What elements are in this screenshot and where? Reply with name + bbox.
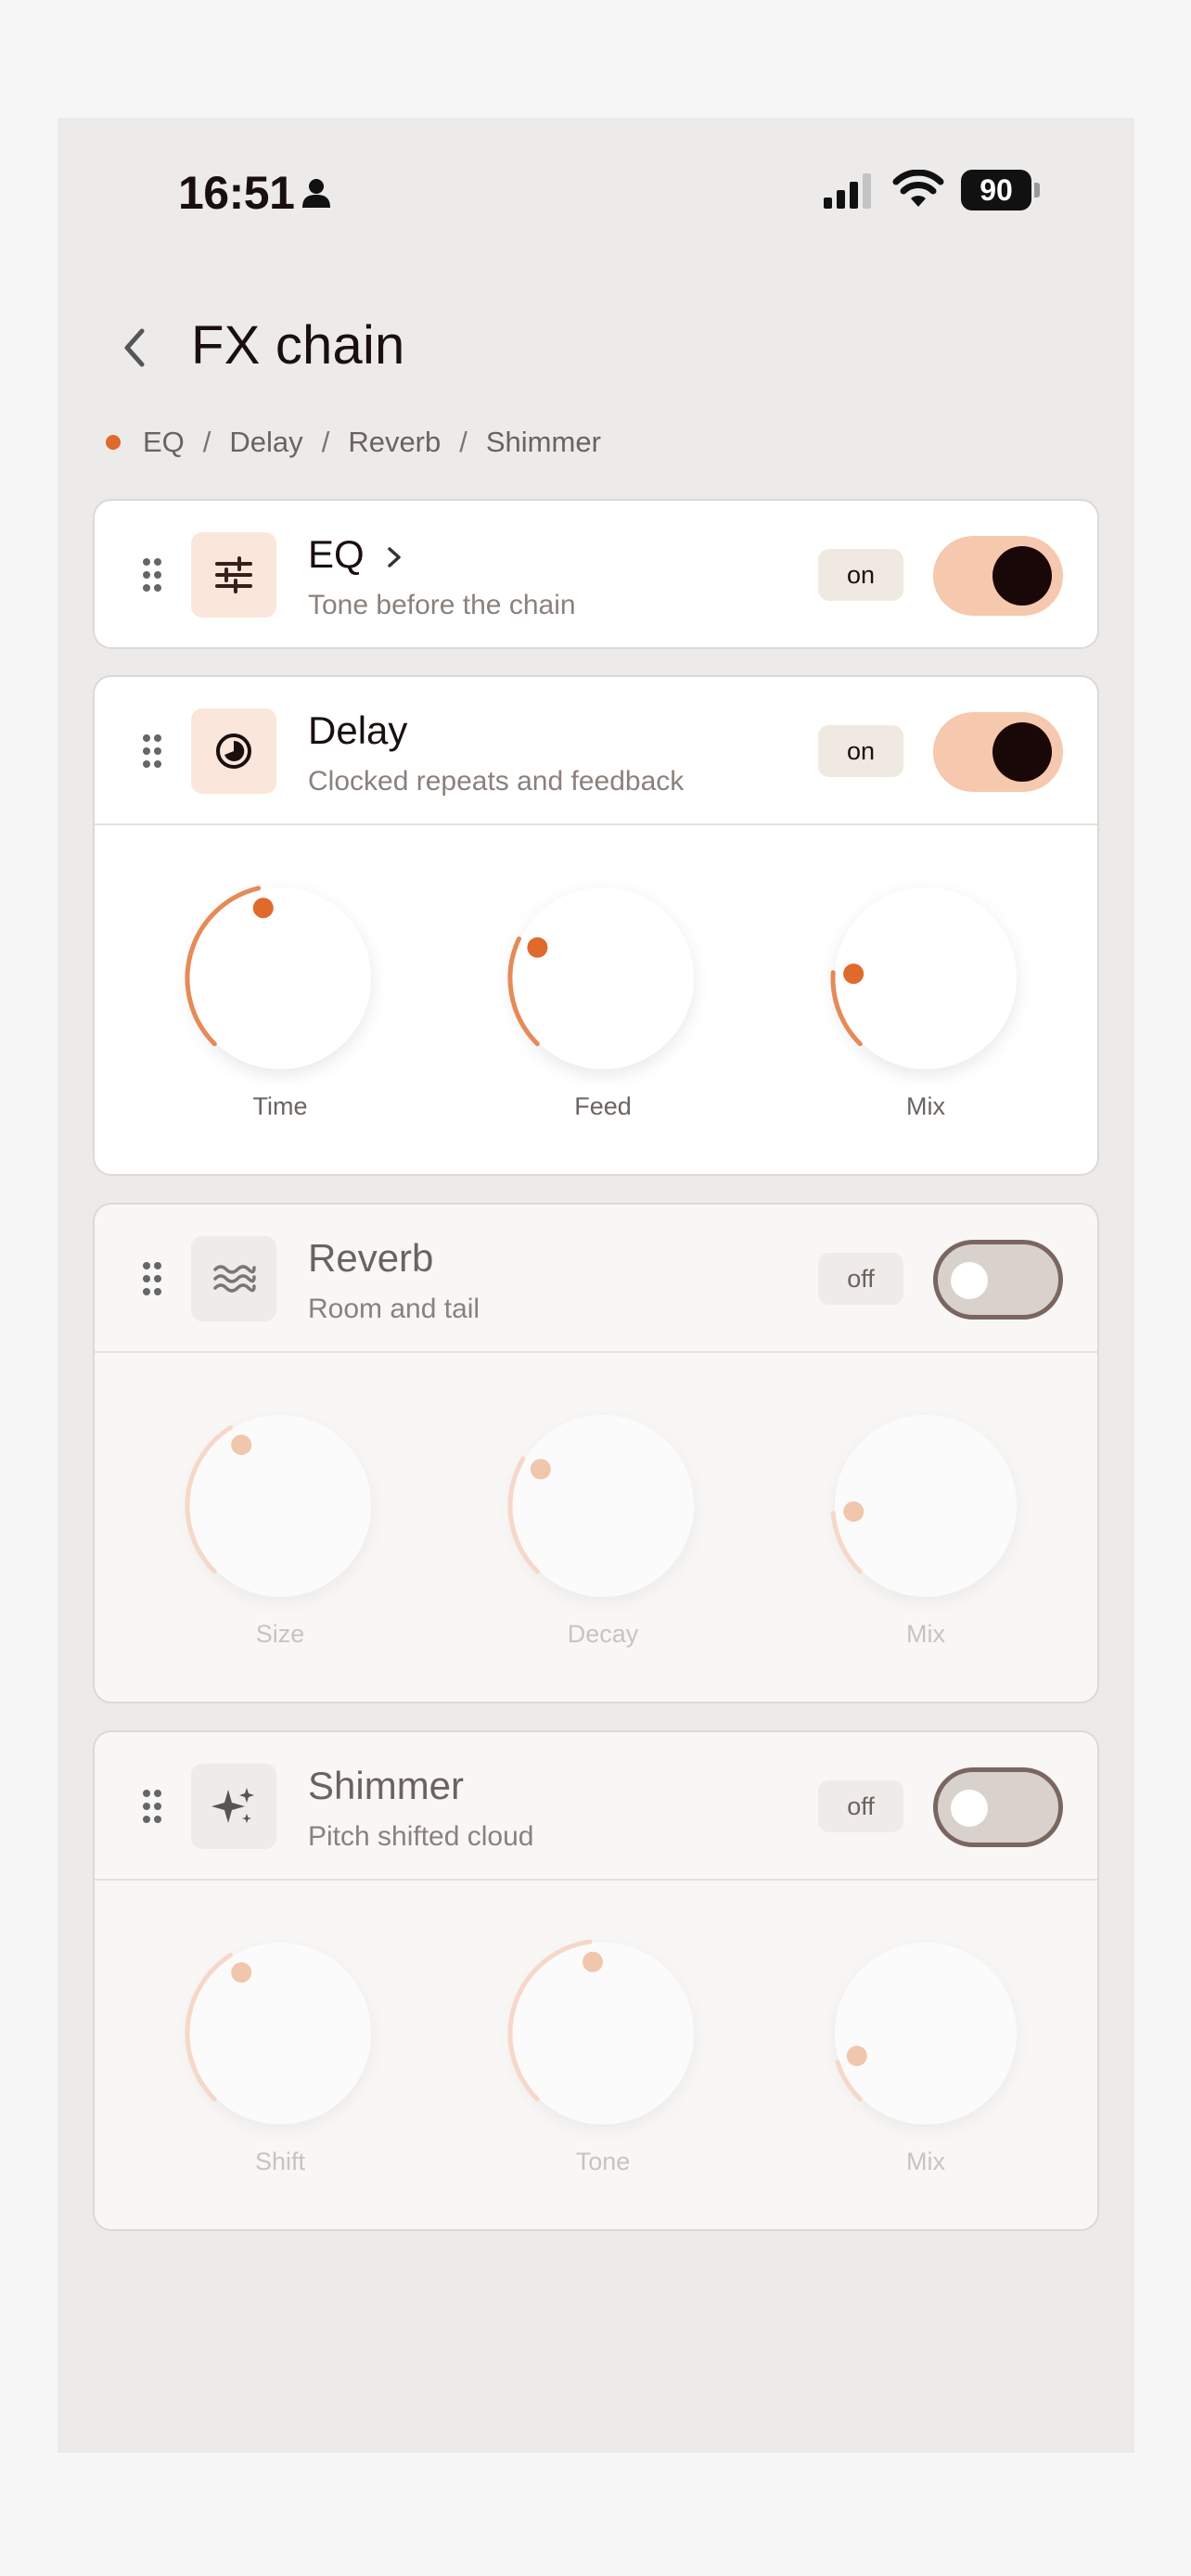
- signal-icon: [824, 173, 871, 209]
- waves-icon: [191, 1236, 276, 1321]
- knob-label: Time: [252, 1092, 308, 1120]
- drag-handle-icon[interactable]: [141, 733, 163, 770]
- knob-face: [189, 887, 371, 1069]
- knob-row: Shift Tone Mix: [95, 1881, 1097, 2229]
- time-knob[interactable]: Time: [169, 881, 391, 1159]
- knob-label: Decay: [567, 1620, 639, 1648]
- size-knob[interactable]: Size: [169, 1409, 391, 1687]
- mix-knob[interactable]: Mix: [814, 881, 1037, 1159]
- knob-label: Size: [255, 1620, 305, 1648]
- fx-description: Room and tail: [308, 1294, 480, 1324]
- state-badge: off: [818, 1780, 903, 1832]
- knob-indicator-dot: [583, 1951, 604, 1972]
- crumb-separator: /: [202, 426, 211, 458]
- knob-face: [835, 1943, 1017, 2124]
- active-dot: [106, 435, 121, 450]
- fx-card-shimmer: Shimmer Pitch shifted cloud off Shift To…: [93, 1730, 1099, 2231]
- battery-tip: [1034, 183, 1040, 198]
- battery-level: 90: [961, 170, 1031, 210]
- fx-name: Reverb: [308, 1236, 434, 1280]
- fx-card-header: EQ Tone before the chain on: [95, 501, 1097, 647]
- knob-indicator-dot: [252, 898, 274, 919]
- knob-indicator-dot: [231, 1962, 252, 1983]
- reverb-toggle[interactable]: [933, 1240, 1063, 1320]
- status-time: 16:51: [178, 167, 295, 219]
- tone-knob[interactable]: Tone: [492, 1936, 714, 2214]
- knob-indicator-dot: [527, 937, 548, 958]
- knob-label: Feed: [574, 1092, 632, 1120]
- toggle-knob: [951, 1790, 988, 1827]
- fx-card-header: Shimmer Pitch shifted cloud off: [95, 1732, 1097, 1881]
- knob-label: Mix: [906, 1620, 945, 1648]
- drag-handle-icon[interactable]: [141, 556, 163, 593]
- knob-indicator-dot: [846, 2046, 867, 2067]
- drag-handle-icon[interactable]: [141, 1260, 163, 1297]
- crumb-reverb[interactable]: Reverb: [348, 426, 441, 459]
- feed-knob[interactable]: Feed: [492, 881, 714, 1159]
- fx-card-header: Reverb Room and tail off: [95, 1205, 1097, 1353]
- breadcrumb: EQ / Delay / Reverb / Shimmer: [106, 424, 601, 461]
- fx-name: Delay: [308, 708, 408, 752]
- mix-knob[interactable]: Mix: [814, 1936, 1037, 2214]
- sliders-icon: [191, 532, 276, 618]
- fx-description: Tone before the chain: [308, 590, 576, 620]
- fx-card-reverb: Reverb Room and tail off Size Decay Mix: [93, 1203, 1099, 1703]
- knob-face: [189, 1415, 371, 1597]
- crumb-eq[interactable]: EQ: [143, 426, 185, 459]
- clock-icon: [191, 708, 276, 794]
- knob-indicator-dot: [843, 1501, 864, 1523]
- state-badge: on: [818, 725, 903, 777]
- knob-face: [512, 1415, 694, 1597]
- shift-knob[interactable]: Shift: [169, 1936, 391, 2214]
- knob-indicator-dot: [530, 1459, 551, 1480]
- knob-face: [835, 1415, 1017, 1597]
- drag-handle-icon[interactable]: [141, 1788, 163, 1825]
- state-badge: on: [818, 549, 903, 601]
- person-icon: [302, 179, 330, 208]
- wifi-icon: [892, 170, 944, 207]
- fx-name: EQ: [308, 532, 365, 576]
- decay-knob[interactable]: Decay: [492, 1409, 714, 1687]
- knob-row: Size Decay Mix: [95, 1353, 1097, 1702]
- sparkle-icon: [191, 1764, 276, 1849]
- fx-name: Shimmer: [308, 1764, 465, 1807]
- knob-face: [512, 887, 694, 1069]
- page-title: FX chain: [191, 315, 405, 376]
- knob-row: Time Feed Mix: [95, 825, 1097, 1174]
- knob-face: [512, 1943, 694, 2124]
- crumb-separator: /: [321, 426, 330, 458]
- toggle-knob: [951, 1262, 988, 1299]
- fx-card-delay: Delay Clocked repeats and feedback on Ti…: [93, 675, 1099, 1176]
- fx-description: Clocked repeats and feedback: [308, 766, 685, 797]
- knob-label: Tone: [575, 2148, 631, 2175]
- fx-card-eq: EQ Tone before the chain on: [93, 499, 1099, 649]
- fx-description: Pitch shifted cloud: [308, 1821, 534, 1852]
- knob-indicator-dot: [843, 963, 864, 985]
- chevron-right-icon[interactable]: [384, 543, 404, 571]
- battery-indicator: 90: [961, 170, 1041, 210]
- toggle-knob: [992, 546, 1052, 606]
- shimmer-toggle[interactable]: [933, 1767, 1063, 1847]
- knob-face: [189, 1943, 371, 2124]
- mix-knob[interactable]: Mix: [814, 1409, 1037, 1687]
- crumb-shimmer[interactable]: Shimmer: [486, 426, 601, 459]
- crumb-delay[interactable]: Delay: [229, 426, 302, 459]
- phone-screen: 16:51 90 FX chain EQ / Delay / Reverb / …: [58, 118, 1134, 2453]
- knob-label: Shift: [254, 2148, 306, 2175]
- knob-indicator-dot: [231, 1435, 252, 1456]
- knob-label: Mix: [906, 1092, 945, 1120]
- crumb-separator: /: [459, 426, 467, 458]
- knob-label: Mix: [906, 2148, 945, 2175]
- eq-toggle[interactable]: [933, 536, 1063, 616]
- toggle-knob: [992, 722, 1052, 782]
- back-chevron-icon[interactable]: [109, 320, 164, 376]
- delay-toggle[interactable]: [933, 712, 1063, 792]
- fx-card-header: Delay Clocked repeats and feedback on: [95, 677, 1097, 825]
- state-badge: off: [818, 1253, 903, 1305]
- status-bar: 16:51 90: [58, 118, 1134, 266]
